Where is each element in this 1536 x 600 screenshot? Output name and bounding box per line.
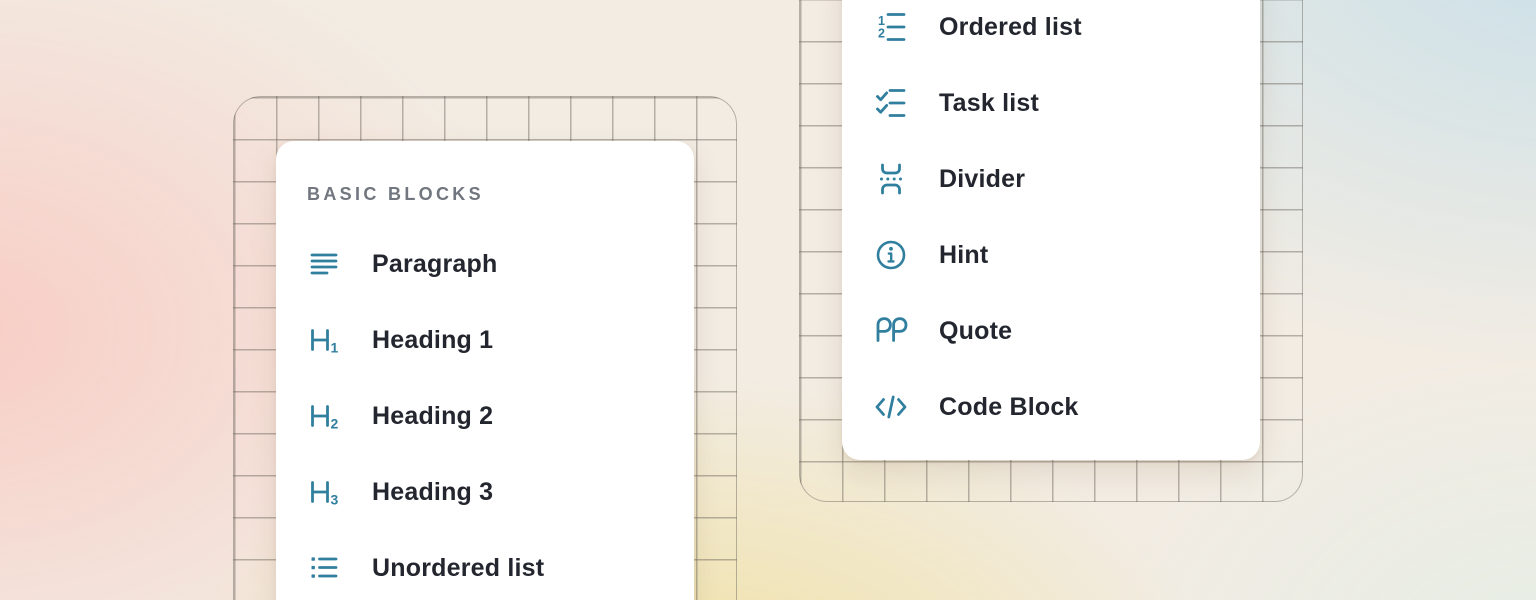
svg-text:2: 2 [878,27,885,41]
block-menu-card-left: BASIC BLOCKS Paragraph 1 Heading 1 2 Heading… [276,141,694,600]
menu-item-quote[interactable]: Quote [874,293,1228,369]
hint-icon [874,238,908,272]
menu-item-label: Unordered list [372,554,544,583]
heading-1-icon: 1 [307,323,341,357]
paragraph-icon [307,247,341,281]
svg-text:2: 2 [331,416,339,432]
divider-icon [874,162,908,196]
menu-item-label: Ordered list [939,13,1082,42]
menu-item-label: Quote [939,317,1012,346]
menu-item-divider[interactable]: Divider [874,141,1228,217]
menu-item-hint[interactable]: Hint [874,217,1228,293]
task-list-icon [874,86,908,120]
ordered-list-icon: 12 [874,10,908,44]
section-label-basic-blocks: BASIC BLOCKS [307,184,663,204]
menu-item-heading-2[interactable]: 2 Heading 2 [307,378,663,454]
menu-item-label: Heading 1 [372,326,493,355]
menu-item-label: Paragraph [372,250,497,279]
menu-item-paragraph[interactable]: Paragraph [307,226,663,302]
code-block-icon [874,390,908,424]
menu-item-heading-1[interactable]: 1 Heading 1 [307,302,663,378]
svg-text:3: 3 [331,492,339,508]
quote-icon [874,314,908,348]
menu-item-task-list[interactable]: Task list [874,65,1228,141]
menu-item-label: Heading 3 [372,478,493,507]
basic-blocks-item-list: Paragraph 1 Heading 1 2 Heading 2 3 Heading 3 U… [307,226,663,600]
menu-item-label: Task list [939,89,1039,118]
menu-item-label: Hint [939,241,988,270]
unordered-list-icon [307,551,341,585]
more-blocks-item-list: 12 Ordered list Task list Divider Hint Quote C… [874,0,1228,445]
block-menu-card-right: 12 Ordered list Task list Divider Hint Quote C… [842,0,1260,460]
menu-item-ordered-list[interactable]: 12 Ordered list [874,0,1228,65]
heading-3-icon: 3 [307,475,341,509]
menu-item-unordered-list[interactable]: Unordered list [307,530,663,600]
heading-2-icon: 2 [307,399,341,433]
svg-text:1: 1 [331,340,339,356]
menu-item-code-block[interactable]: Code Block [874,369,1228,445]
menu-item-label: Heading 2 [372,402,493,431]
menu-item-label: Code Block [939,393,1079,422]
menu-item-heading-3[interactable]: 3 Heading 3 [307,454,663,530]
menu-item-label: Divider [939,165,1025,194]
